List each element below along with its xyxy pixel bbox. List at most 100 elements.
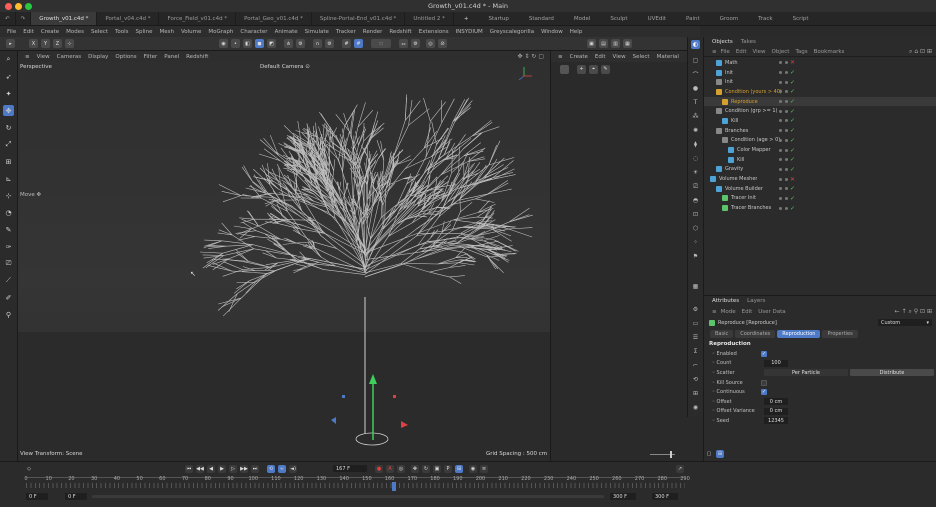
previous-frame-icon[interactable]: ◀	[207, 465, 215, 473]
live-selection-icon[interactable]: ✦	[3, 88, 14, 99]
material-menu-view[interactable]: View	[613, 54, 626, 60]
render-settings-icon[interactable]: ⚙	[411, 39, 420, 48]
render-visibility-dot[interactable]	[785, 138, 788, 142]
layout-tab-paint[interactable]: Paint	[686, 16, 700, 22]
layout-tab-groom[interactable]: Groom	[720, 16, 739, 22]
menu-greyscalegorilla[interactable]: Greyscalegorilla	[490, 29, 534, 35]
play-icon[interactable]: ▶	[218, 465, 226, 473]
doc-tab-spline-portal[interactable]: Spline-Portal-End_v01.c4d *	[312, 12, 406, 25]
attributes-menu-user-data[interactable]: User Data	[758, 309, 785, 315]
object-row[interactable]: Init ✓	[704, 77, 936, 87]
particles-icon[interactable]: ⁘	[691, 238, 700, 247]
attributes-menu-edit[interactable]: Edit	[742, 309, 753, 315]
render-visibility-dot[interactable]	[785, 177, 788, 181]
object-row[interactable]: Reproduce ✓	[704, 96, 936, 107]
attributes-menu-mode[interactable]: Mode	[721, 309, 736, 315]
menu-insydium[interactable]: INSYDIUM	[456, 29, 483, 35]
keyframe-selection-icon[interactable]: ◎	[397, 465, 405, 473]
object-row[interactable]: Tracer Init ✓	[704, 194, 936, 204]
scatter-option-per-particle[interactable]: Per Particle	[764, 369, 848, 377]
layout-tab-model[interactable]: Model	[574, 16, 591, 22]
frame-ruler[interactable]: 0 10 20 30 40 50 60 70 80 90 100 110 120 130 140 150 160…	[0, 476, 700, 492]
render-visibility-dot[interactable]	[785, 187, 788, 191]
doc-tab-portal-geo[interactable]: Portal_Geo_v01.c4d *	[236, 12, 312, 25]
gizmo-plane-handle[interactable]	[342, 395, 345, 398]
objects-search-home-icons[interactable]: ⌕ ⌂ ⊡ ⊞	[909, 48, 932, 56]
render-gear-icon[interactable]: ⚙	[691, 305, 700, 314]
offset-variance-field[interactable]: 0 cm	[764, 407, 788, 415]
add-document-button[interactable]: +	[464, 16, 469, 22]
transform-tool-icon[interactable]: ⊞	[3, 156, 14, 167]
objects-menu-file[interactable]: File	[721, 49, 730, 55]
layout-tab-script[interactable]: Script	[793, 16, 809, 22]
go-to-end-icon[interactable]: ⏭	[251, 465, 259, 473]
render-queue-icon[interactable]: ▥	[611, 39, 620, 48]
maximize-window-button[interactable]	[25, 3, 32, 10]
record-icon[interactable]: ●	[375, 465, 383, 473]
fcurve-icon[interactable]: ↗	[676, 465, 684, 473]
effector-icon[interactable]: ✺	[691, 126, 700, 135]
subtab-basic[interactable]: Basic	[710, 329, 734, 338]
material-menu-select[interactable]: Select	[633, 54, 650, 60]
viewport-nav-icons[interactable]: ✥ ⇕ ↻ ▢	[518, 53, 544, 60]
go-to-start-icon[interactable]: ⏮	[185, 465, 193, 473]
menu-tracker[interactable]: Tracker	[336, 29, 356, 35]
render-visibility-dot[interactable]	[785, 119, 788, 123]
zoom-slider-handle[interactable]	[670, 451, 672, 458]
polygons-mode-icon[interactable]: ◼	[255, 39, 264, 48]
render-view-icon[interactable]: ▣	[587, 39, 596, 48]
disabled-cross-icon[interactable]: ✕	[790, 59, 795, 66]
gizmo-tool-icon[interactable]: ⊹	[3, 190, 14, 201]
redshift-logo-icon[interactable]: ◎	[426, 39, 435, 48]
paint-tool-icon[interactable]: ✑	[3, 241, 14, 252]
object-row[interactable]: Condition (age > 0) ✓	[704, 136, 936, 146]
editor-visibility-dot[interactable]	[779, 167, 782, 171]
menu-mesh[interactable]: Mesh	[159, 29, 173, 35]
enabled-check-icon[interactable]: ✓	[790, 195, 795, 202]
object-row[interactable]: Condition (yours > 40) ✓	[704, 87, 936, 97]
menu-window[interactable]: Window	[541, 29, 563, 35]
menu-volume[interactable]: Volume	[181, 29, 201, 35]
menu-spline[interactable]: Spline	[136, 29, 153, 35]
redo-icon[interactable]: ↷	[16, 12, 32, 25]
current-frame-field[interactable]: 167 F	[333, 465, 367, 472]
hierarchy-icon[interactable]: ⋔	[284, 39, 293, 48]
sum-icon[interactable]: Σ	[691, 347, 700, 356]
cloner-icon[interactable]: ⁂	[691, 112, 700, 121]
layout-tab-standard[interactable]: Standard	[529, 16, 554, 22]
enabled-check-icon[interactable]: ✓	[790, 147, 795, 154]
attributes-menu-toggle-icon[interactable]: ≡	[712, 309, 717, 315]
render-visibility-dot[interactable]	[785, 167, 788, 171]
object-row[interactable]: Condition (grp >= 1) ✓	[704, 106, 936, 116]
objects-menu-bookmarks[interactable]: Bookmarks	[814, 49, 845, 55]
enabled-check-icon[interactable]: ✓	[790, 69, 795, 76]
viewport-menu-cameras[interactable]: Cameras	[57, 54, 81, 60]
layout-tab-uvedit[interactable]: UVEdit	[648, 16, 666, 22]
enabled-check-icon[interactable]: ✓	[790, 185, 795, 192]
objects-menu-object[interactable]: Object	[772, 49, 790, 55]
render-settings-2-icon[interactable]: ▦	[623, 39, 632, 48]
enabled-check-icon[interactable]: ✓	[790, 88, 795, 95]
playhead[interactable]	[392, 482, 396, 491]
render-visibility-dot[interactable]	[785, 158, 788, 162]
disabled-cross-icon[interactable]: ✕	[790, 176, 795, 183]
gizmo-plane-handle[interactable]	[393, 395, 396, 398]
key-rotate-icon[interactable]: ↻	[422, 465, 430, 473]
editor-visibility-dot[interactable]	[779, 196, 782, 200]
key-scale-icon[interactable]: ▣	[433, 465, 441, 473]
axis-tool-icon[interactable]: ⊾	[3, 173, 14, 184]
editor-visibility-dot[interactable]	[779, 119, 782, 123]
enabled-check-icon[interactable]: ✓	[790, 79, 795, 86]
render-picture-viewer-icon[interactable]: ▤	[599, 39, 608, 48]
close-window-button[interactable]	[5, 3, 12, 10]
render-visibility-dot[interactable]	[785, 109, 788, 113]
render-visibility-dot[interactable]	[785, 61, 788, 65]
menu-mograph[interactable]: MoGraph	[208, 29, 233, 35]
snap-magnet-icon[interactable]: ∩	[313, 39, 322, 48]
menu-animate[interactable]: Animate	[275, 29, 298, 35]
move-tool-icon[interactable]: ✥	[3, 105, 14, 116]
object-row[interactable]: Tracer Branches ✓	[704, 203, 936, 213]
tab-takes[interactable]: Takes	[741, 39, 756, 45]
brush-tool-icon[interactable]: ⎚	[3, 258, 14, 269]
snap-grid-icon[interactable]: ▦	[691, 282, 700, 291]
